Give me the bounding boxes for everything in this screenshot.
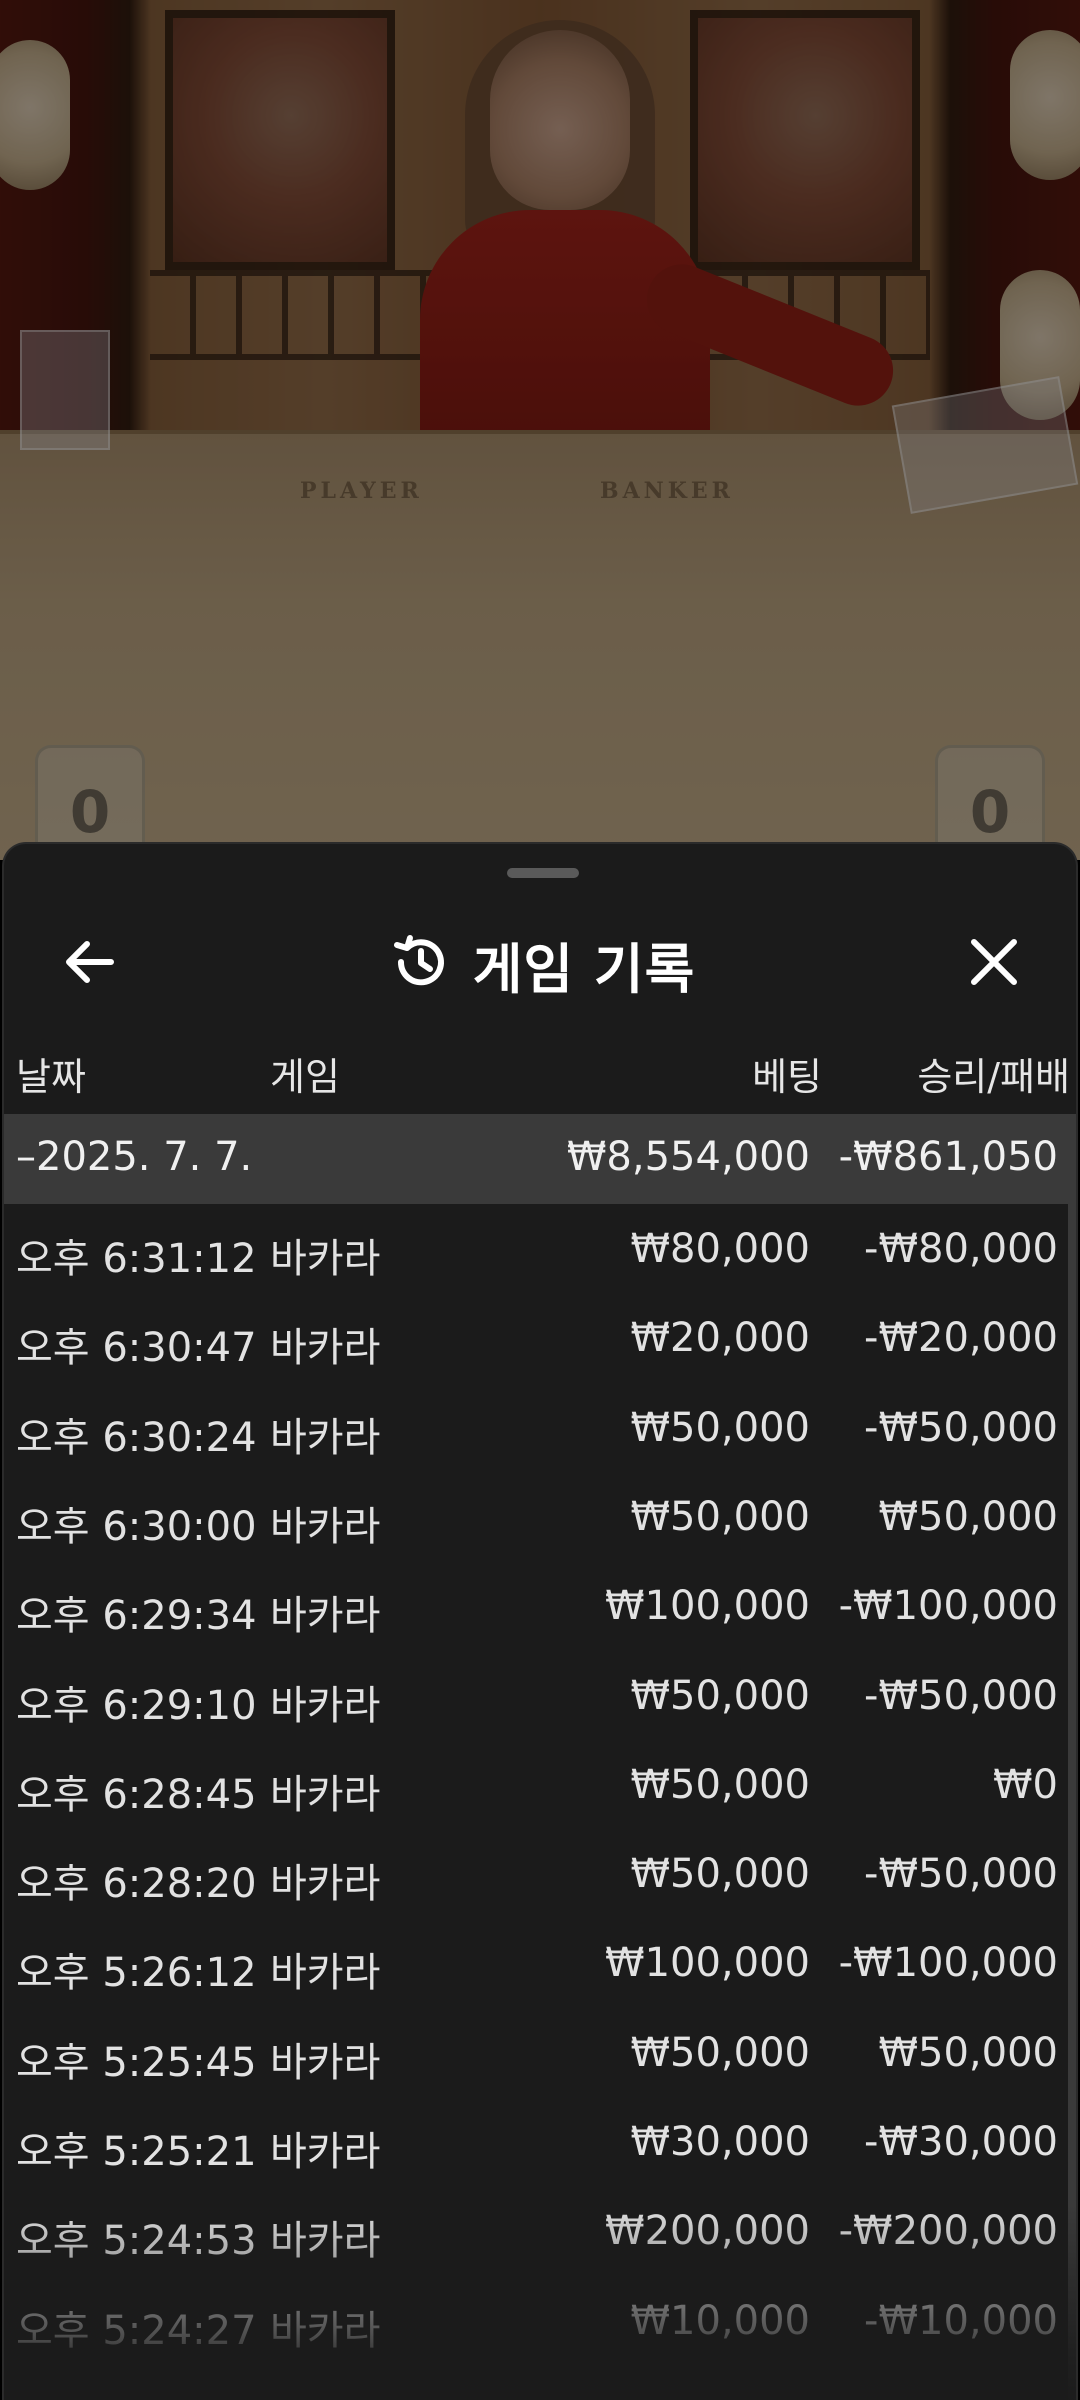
row-bet: ₩50,000 <box>630 1672 810 1719</box>
row-game: 바카라 <box>270 1861 381 1908</box>
day-date: –2025. 7. 7. <box>16 1134 253 1180</box>
row-bet: ₩50,000 <box>630 1761 810 1808</box>
back-button[interactable] <box>49 924 129 1004</box>
row-bet: ₩100,000 <box>605 1940 810 1987</box>
row-time: 오후 6:30:24 <box>16 1414 257 1461</box>
row-time: 오후 6:28:45 <box>16 1771 257 1818</box>
row-game: 바카라 <box>270 1236 381 1282</box>
row-winloss: -₩10,000 <box>864 2297 1058 2344</box>
table-header: 날짜 게임 베팅 승리/패배 <box>4 1024 1076 1112</box>
row-bet: ₩200,000 <box>605 2208 810 2255</box>
close-button[interactable] <box>954 924 1034 1004</box>
table-row[interactable]: 오후 6:28:20 바카라 ₩50,000 -₩50,000 <box>4 1829 1068 1918</box>
row-game: 바카라 <box>270 1414 381 1461</box>
row-game: 바카라 <box>270 1950 381 1997</box>
row-winloss: -₩20,000 <box>864 1315 1058 1362</box>
row-winloss: ₩50,000 <box>878 1493 1058 1540</box>
row-time: 오후 5:25:45 <box>16 2039 257 2086</box>
history-icon <box>389 931 451 997</box>
history-rows: 오후 6:31:12 바카라 ₩80,000 -₩80,000 오후 6:30:47 바카… <box>4 1204 1068 2400</box>
game-history-sheet: 게임 기록 날짜 게임 베팅 승리/패배 –2025. 7. 7. ₩8,554… <box>2 842 1078 2400</box>
row-game: 바카라 <box>270 1325 381 1372</box>
row-winloss: -₩80,000 <box>864 1226 1058 1272</box>
row-bet: ₩10,000 <box>630 2297 810 2344</box>
row-game: 바카라 <box>270 1771 381 1818</box>
row-bet: ₩80,000 <box>630 1226 810 1272</box>
row-bet: ₩50,000 <box>630 2029 810 2076</box>
row-bet: ₩50,000 <box>630 1493 810 1540</box>
row-time: 오후 5:24:27 <box>16 2307 257 2354</box>
day-bet-total: ₩8,554,000 <box>566 1134 810 1180</box>
close-icon <box>968 936 1020 992</box>
table-row[interactable]: 오후 6:30:24 바카라 ₩50,000 -₩50,000 <box>4 1383 1068 1472</box>
row-time: 오후 6:28:20 <box>16 1861 257 1908</box>
table-row[interactable]: 오후 6:28:45 바카라 ₩50,000 ₩0 <box>4 1740 1068 1829</box>
row-winloss: ₩50,000 <box>878 2029 1058 2076</box>
table-row[interactable]: 오후 6:30:47 바카라 ₩20,000 -₩20,000 <box>4 1293 1068 1382</box>
row-game: 바카라 <box>270 2218 381 2265</box>
sheet-title: 게임 기록 <box>472 937 696 1001</box>
row-time: 오후 6:30:00 <box>16 1503 257 1550</box>
row-game: 바카라 <box>270 2129 381 2175</box>
row-game: 바카라 <box>270 2039 381 2086</box>
table-row[interactable]: 오후 6:31:12 바카라 ₩80,000 -₩80,000 <box>4 1204 1068 1293</box>
row-time: 오후 5:24:53 <box>16 2218 257 2265</box>
row-winloss: -₩200,000 <box>838 2208 1058 2255</box>
table-row[interactable]: 오후 5:24:27 바카라 ₩10,000 -₩10,000 <box>4 2276 1068 2365</box>
row-winloss: -₩50,000 <box>864 1672 1058 1719</box>
table-row[interactable]: 오후 5:24:53 바카라 ₩200,000 -₩200,000 <box>4 2186 1068 2275</box>
day-summary-row[interactable]: –2025. 7. 7. ₩8,554,000 -₩861,050 <box>4 1114 1068 1204</box>
day-winloss-total: -₩861,050 <box>838 1134 1058 1180</box>
table-row[interactable]: 오후 6:30:00 바카라 ₩50,000 ₩50,000 <box>4 1472 1068 1561</box>
row-time: 오후 6:31:12 <box>16 1236 257 1282</box>
row-game: 바카라 <box>270 1503 381 1550</box>
row-time: 오후 5:25:21 <box>16 2129 257 2175</box>
header-bet: 베팅 <box>752 1055 822 1099</box>
row-game: 바카라 <box>270 1593 381 1640</box>
row-bet: ₩20,000 <box>630 1315 810 1362</box>
row-time: 오후 5:26:12 <box>16 1950 257 1997</box>
row-winloss: -₩50,000 <box>864 1851 1058 1898</box>
row-bet: ₩50,000 <box>630 1404 810 1451</box>
row-time: 오후 6:30:47 <box>16 1325 257 1372</box>
row-game: 바카라 <box>270 2307 381 2354</box>
row-bet: ₩50,000 <box>630 1851 810 1898</box>
row-bet: ₩100,000 <box>605 1583 810 1630</box>
row-winloss: ₩0 <box>993 1761 1058 1808</box>
live-video-stream: PLAYER BANKER 0 0 <box>0 0 1080 860</box>
arrow-left-icon <box>61 938 117 990</box>
table-row[interactable]: 오후 5:26:12 바카라 ₩100,000 -₩100,000 <box>4 1918 1068 2007</box>
table-row[interactable]: 오후 5:25:21 바카라 ₩30,000 -₩30,000 <box>4 2097 1068 2186</box>
drag-handle[interactable] <box>507 868 579 878</box>
row-winloss: -₩100,000 <box>838 1583 1058 1630</box>
row-winloss: -₩50,000 <box>864 1404 1058 1451</box>
header-winloss: 승리/패배 <box>917 1055 1070 1099</box>
row-bet: ₩30,000 <box>630 2119 810 2165</box>
table-row[interactable]: 오후 5:25:45 바카라 ₩50,000 ₩50,000 <box>4 2008 1068 2097</box>
row-game: 바카라 <box>270 1682 381 1729</box>
table-row[interactable]: 오후 6:29:34 바카라 ₩100,000 -₩100,000 <box>4 1561 1068 1650</box>
header-date: 날짜 <box>16 1055 86 1099</box>
sheet-header: 게임 기록 <box>4 904 1076 1024</box>
row-time: 오후 6:29:34 <box>16 1593 257 1640</box>
row-time: 오후 6:29:10 <box>16 1682 257 1729</box>
row-winloss: -₩100,000 <box>838 1940 1058 1987</box>
header-game: 게임 <box>270 1055 340 1099</box>
row-winloss: -₩30,000 <box>864 2119 1058 2165</box>
table-row[interactable]: 오후 6:29:10 바카라 ₩50,000 -₩50,000 <box>4 1651 1068 1740</box>
scrollbar[interactable] <box>1068 1114 1076 2400</box>
